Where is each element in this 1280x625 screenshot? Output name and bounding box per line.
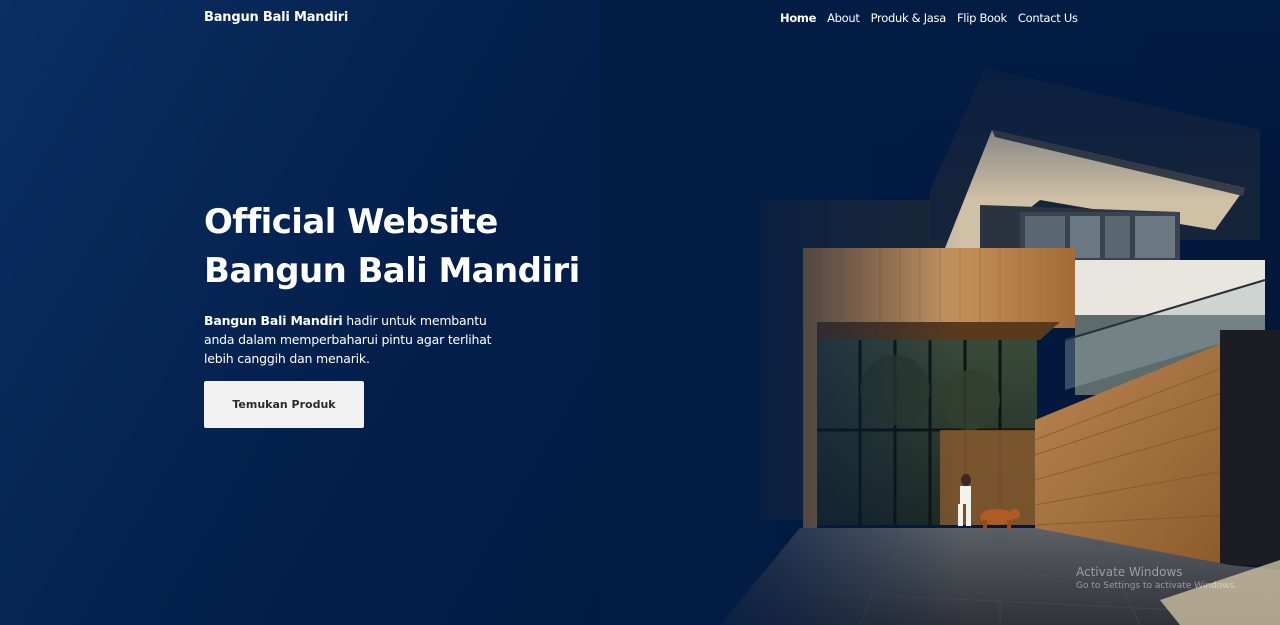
- nav-link-contact-us[interactable]: Contact Us: [1018, 11, 1078, 25]
- hero-description: Bangun Bali Mandiri hadir untuk membantu…: [204, 311, 494, 368]
- hero-title-line2: Bangun Bali Mandiri: [204, 251, 580, 291]
- nav-link-about[interactable]: About: [827, 11, 860, 25]
- nav-link-home[interactable]: Home: [780, 11, 816, 25]
- main-nav: Home About Produk & Jasa Flip Book Conta…: [780, 11, 1078, 25]
- find-products-button[interactable]: Temukan Produk: [204, 381, 364, 428]
- activate-windows-watermark: Activate Windows Go to Settings to activ…: [1076, 565, 1237, 591]
- hero-description-brand: Bangun Bali Mandiri: [204, 313, 343, 328]
- hero-title: Official Website Bangun Bali Mandiri: [204, 198, 580, 296]
- hero-house-image: [640, 0, 1280, 625]
- hero-section: Bangun Bali Mandiri Home About Produk & …: [0, 0, 1280, 625]
- watermark-line2: Go to Settings to activate Windows.: [1076, 581, 1238, 591]
- watermark-line1: Activate Windows: [1076, 565, 1183, 579]
- nav-link-flip-book[interactable]: Flip Book: [957, 11, 1007, 25]
- nav-link-produk-jasa[interactable]: Produk & Jasa: [871, 11, 947, 25]
- brand-logo-text[interactable]: Bangun Bali Mandiri: [204, 10, 348, 25]
- hero-title-line1: Official Website: [204, 202, 498, 242]
